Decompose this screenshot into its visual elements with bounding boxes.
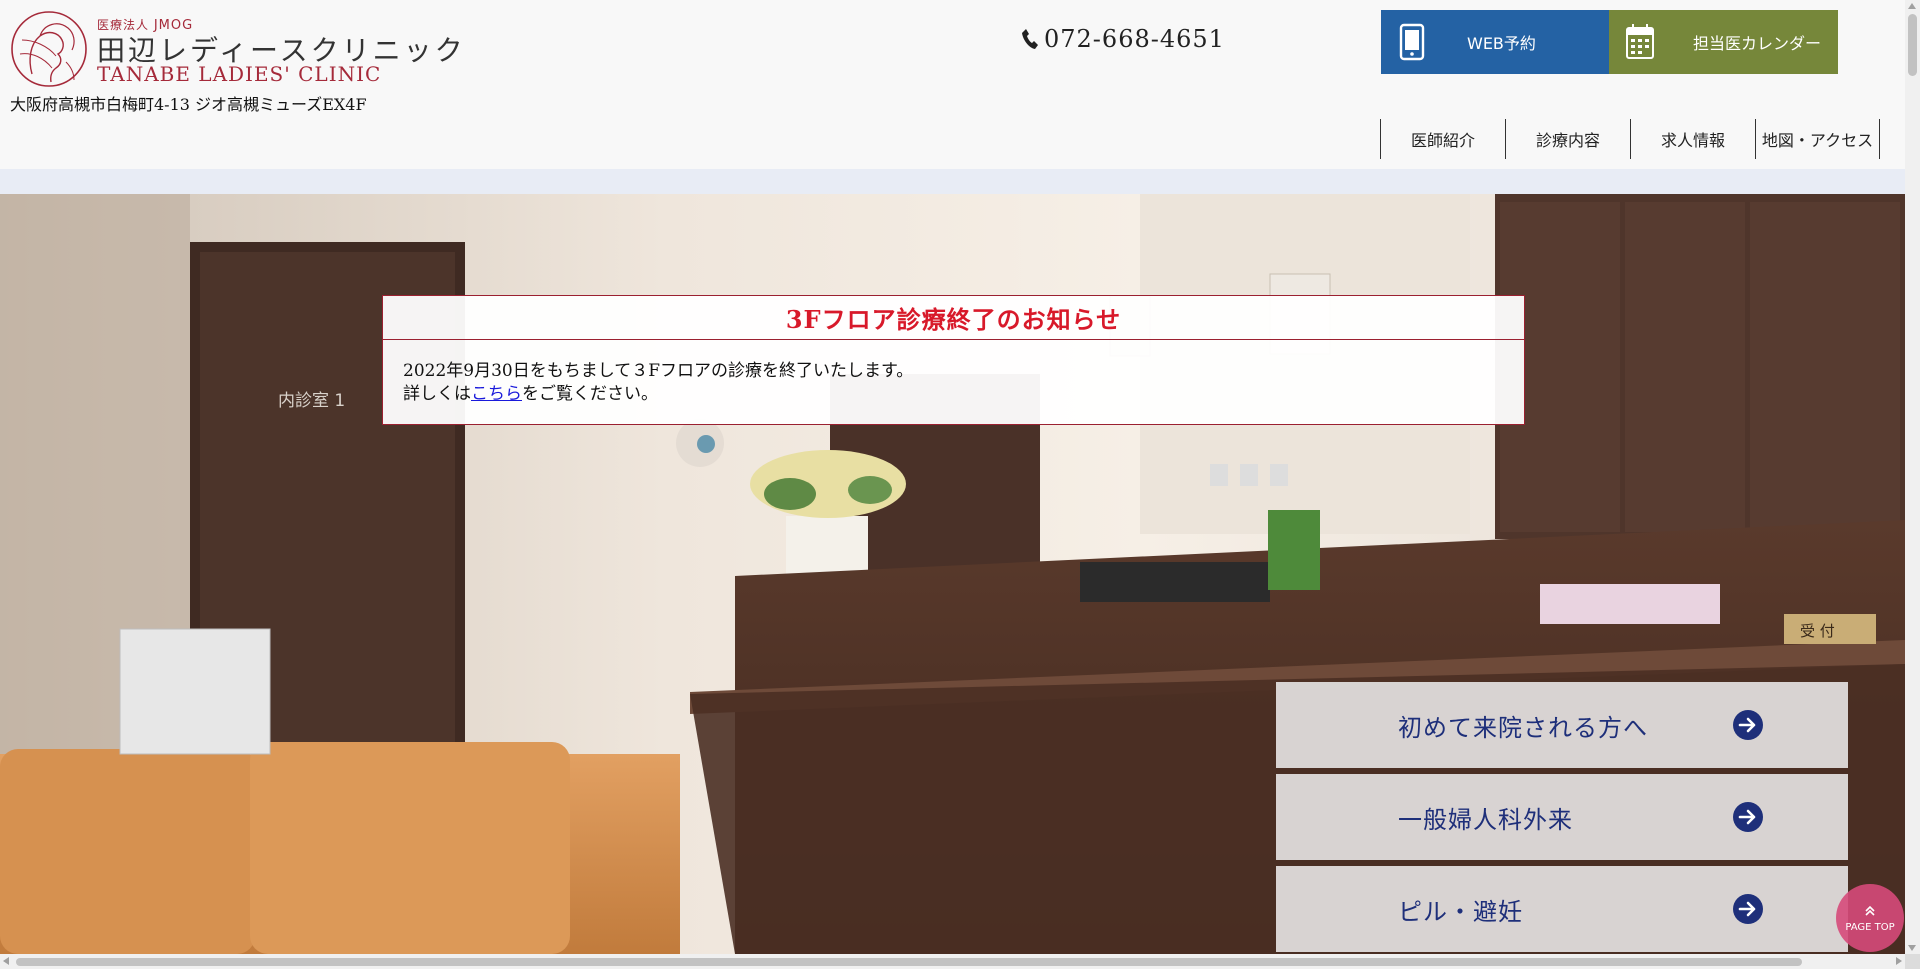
notice-line-2: 詳しくはこちらをご覧ください。 [403,383,1504,406]
header-divider-band [0,169,1905,194]
arrow-right-circle-icon [1733,894,1763,924]
card-first-visit[interactable]: 初めて来院される方へ [1276,682,1848,768]
menu-cards: 初めて来院される方へ 一般婦人科外来 ピル・避妊 [1276,682,1848,954]
phone-icon [1022,29,1038,49]
notice-box: 3Fフロア診療終了のお知らせ 2022年9月30日をもちまして３Fフロアの診療を… [382,295,1525,425]
web-reservation-button[interactable]: WEB予約 [1381,10,1609,74]
scroll-down-arrow-icon[interactable] [1908,945,1916,951]
global-nav: 医師紹介 診療内容 求人情報 地図・アクセス [1380,119,1880,159]
site-header: 医療法人 JMOG 田辺レディースクリニック TANABE LADIES' CL… [0,0,1905,169]
card-pill-contraception-label: ピル・避妊 [1398,897,1523,926]
web-reservation-label: WEB予約 [1467,34,1536,53]
card-first-visit-label: 初めて来院される方へ [1398,713,1648,742]
logo-name-en: TANABE LADIES' CLINIC [97,62,382,86]
page-top-button[interactable]: PAGE TOP [1836,884,1904,952]
scroll-right-arrow-icon[interactable] [1896,957,1902,965]
vertical-scroll-thumb[interactable] [1908,14,1917,76]
nav-item-doctors[interactable]: 医師紹介 [1380,119,1505,159]
nav-item-access[interactable]: 地図・アクセス [1755,119,1880,159]
notice-details-link[interactable]: こちら [471,384,522,404]
nav-item-services[interactable]: 診療内容 [1505,119,1630,159]
phone-number: 072-668-4651 [1044,25,1225,53]
card-pill-contraception[interactable]: ピル・避妊 [1276,866,1848,952]
hero-section: 内診室 1 受 付 3Fフロア診療終了のお知らせ 2022年9月30日をもちまし… [0,194,1905,954]
notice-line-2-suffix: をご覧ください。 [522,384,658,404]
logo-emblem-icon [11,11,87,87]
door-room-sign: 内診室 1 [278,391,345,411]
doctor-calendar-label: 担当医カレンダー [1693,34,1822,53]
notice-body: 2022年9月30日をもちまして３Fフロアの診療を終了いたします。 詳しくはこち… [383,340,1524,406]
clinic-logo[interactable]: 医療法人 JMOG 田辺レディースクリニック TANABE LADIES' CL… [10,10,463,88]
nav-item-recruit[interactable]: 求人情報 [1630,119,1755,159]
phone-link[interactable]: 072-668-4651 [1020,25,1225,53]
notice-line-1: 2022年9月30日をもちまして３Fフロアの診療を終了いたします。 [403,361,914,381]
notice-line-2-prefix: 詳しくは [403,384,471,404]
card-general-gynecology-label: 一般婦人科外来 [1398,805,1573,834]
arrow-right-circle-icon [1733,710,1763,740]
page-top-label: PAGE TOP [1845,921,1895,933]
vertical-scrollbar[interactable] [1905,0,1920,954]
horizontal-scrollbar[interactable] [0,954,1920,969]
desk-reception-sign: 受 付 [1800,622,1835,640]
doctor-calendar-button[interactable]: 担当医カレンダー [1609,10,1838,74]
notice-title: 3Fフロア診療終了のお知らせ [383,296,1524,340]
scroll-up-arrow-icon[interactable] [1908,3,1916,9]
arrow-right-circle-icon [1733,802,1763,832]
scroll-left-arrow-icon[interactable] [3,957,9,965]
clinic-address: 大阪府高槻市白梅町4-13 ジオ高槻ミューズEX4F [10,95,367,114]
tablet-icon [1399,23,1425,61]
card-general-gynecology[interactable]: 一般婦人科外来 [1276,774,1848,860]
horizontal-scroll-thumb[interactable] [16,958,1802,966]
calendar-icon [1626,24,1654,59]
scrollbar-corner [1905,954,1920,969]
double-chevron-up-icon [1865,905,1875,916]
